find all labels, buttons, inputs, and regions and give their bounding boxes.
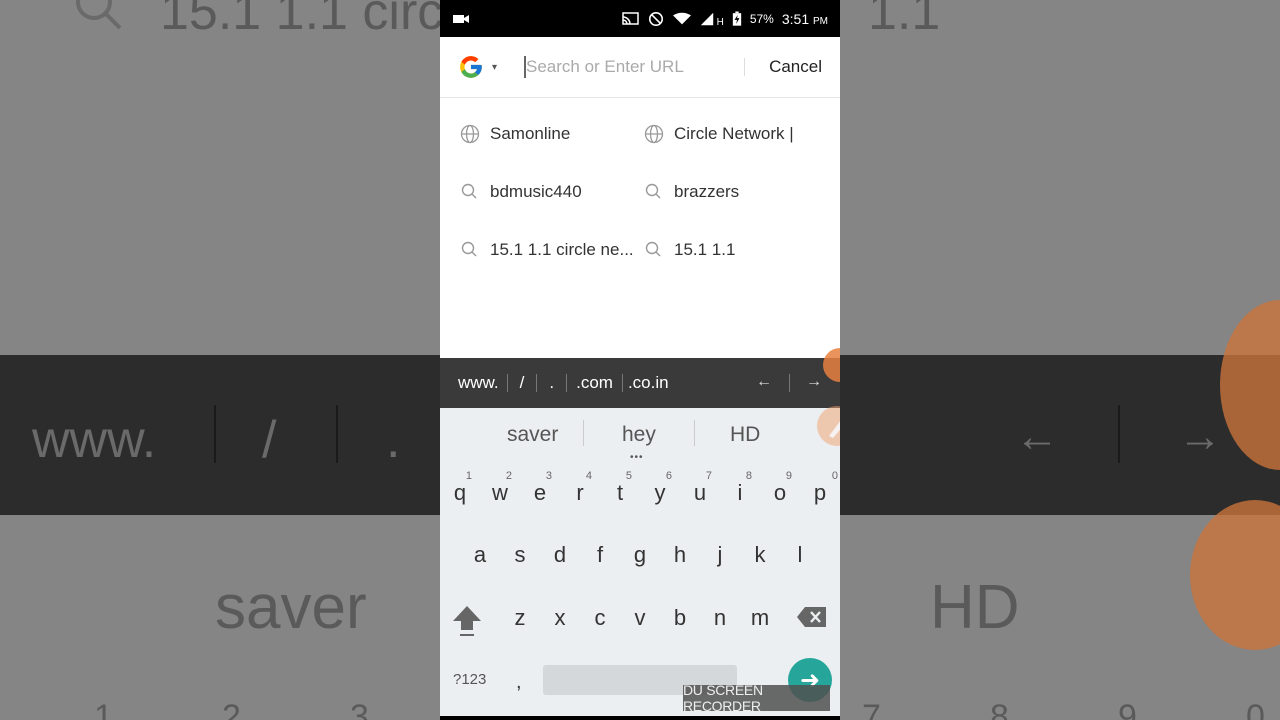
clock: 3:51 PM [781,10,828,27]
search-icon [645,183,661,199]
key-y[interactable]: 6y [640,470,680,506]
globe-icon [644,124,664,144]
shortcut-dot[interactable]: . [537,373,566,393]
key-f[interactable]: f [580,542,620,568]
cancel-button[interactable]: Cancel [769,57,822,77]
wifi-icon [672,12,691,24]
key-r[interactable]: 4r [560,470,600,506]
keyboard: saver hey HD ••• 1q 2w 3e 4r 5t 6y 7u 8i… [440,408,840,716]
phone-screen: H 57% 3:51 PM ▾ Cancel Samonline Circle … [440,0,840,720]
search-icon [461,183,477,199]
suggestion-label: Samonline [490,124,571,143]
chevron-down-icon[interactable]: ▾ [492,62,502,73]
floating-brush-button[interactable] [817,406,840,446]
word-suggestion[interactable]: HD [730,423,760,447]
suggestion-item[interactable]: brazzers [644,182,824,202]
cast-icon [621,11,639,25]
suggestion-item[interactable]: bdmusic440 [460,182,640,202]
key-e[interactable]: 3e [520,470,560,506]
key-t[interactable]: 5t [600,470,640,506]
key-s[interactable]: s [500,542,540,568]
suggestion-label: 15.1 1.1 circle ne... [490,240,634,259]
key-l[interactable]: l [780,542,820,568]
search-input[interactable] [524,56,724,78]
key-n[interactable]: n [700,605,740,631]
word-suggestion-strip: saver hey HD ••• [440,408,840,463]
search-icon [461,241,477,257]
key-q[interactable]: 1q [440,470,480,506]
suggestion-label: bdmusic440 [490,182,582,201]
screen-recorder-watermark: DU SCREEN RECORDER [683,682,830,714]
do-not-disturb-icon [648,11,663,26]
bg-bar-dot: . [386,411,401,469]
key-x[interactable]: x [540,605,580,631]
cursor-right-arrow-icon[interactable]: → [806,373,822,391]
bg-bar-www: www. [32,411,157,469]
suggestion-label: Circle Network | [674,124,794,143]
key-v[interactable]: v [620,605,660,631]
key-o[interactable]: 9o [760,470,800,506]
key-a[interactable]: a [460,542,500,568]
key-i[interactable]: 8i [720,470,760,506]
key-z[interactable]: z [500,605,540,631]
suggestion-item[interactable]: 15.1 1.1 [644,240,824,260]
suggestion-item[interactable]: 15.1 1.1 circle ne... [460,240,640,260]
bg-saver: saver [215,573,367,642]
search-icon [645,241,661,257]
signal-icon [700,12,713,25]
more-suggestions-icon[interactable]: ••• [630,452,644,463]
bg-search-icon [76,0,122,30]
comma-key[interactable]: , [516,671,522,694]
battery-charging-icon [732,11,741,26]
shortcut-www[interactable]: www. [450,373,507,393]
bg-top-text-right: 1.1 [868,0,941,41]
bg-left-arrow: ← [1015,412,1059,461]
key-p[interactable]: 0p [800,470,840,506]
word-suggestion[interactable]: hey [622,423,656,447]
cursor-left-arrow-icon[interactable]: ← [756,373,772,391]
bg-bar-slash: / [262,411,277,469]
brush-icon [829,421,840,438]
url-bar: ▾ Cancel [440,37,840,98]
key-m[interactable]: m [740,605,780,631]
battery-percent: 57% [749,11,774,26]
bg-hd: HD [930,573,1020,642]
key-g[interactable]: g [620,542,660,568]
key-k[interactable]: k [740,542,780,568]
symbols-key[interactable]: ?123 [453,671,486,688]
shift-icon[interactable] [452,604,482,638]
key-w[interactable]: 2w [480,470,520,506]
google-logo-icon[interactable] [458,54,484,80]
bg-right-arrow: → [1178,412,1222,461]
key-b[interactable]: b [660,605,700,631]
url-shortcut-bar: www. / . .com .co.in ← → [440,358,840,408]
key-h[interactable]: h [660,542,700,568]
shortcut-slash[interactable]: / [508,373,537,393]
shortcut-com[interactable]: .com [567,373,622,393]
network-type-label: H [716,17,724,28]
word-suggestion[interactable]: saver [507,423,558,447]
status-bar: H 57% 3:51 PM [440,0,840,37]
key-u[interactable]: 7u [680,470,720,506]
globe-icon [460,124,480,144]
key-d[interactable]: d [540,542,580,568]
suggestion-label: 15.1 1.1 [674,240,736,259]
video-camera-icon [453,14,469,23]
shortcut-coin[interactable]: .co.in [623,373,674,393]
backspace-icon[interactable] [796,606,828,628]
suggestion-item[interactable]: Circle Network | [644,124,824,144]
suggestion-label: brazzers [674,182,740,201]
suggestion-list: Samonline Circle Network | bdmusic440 br… [440,98,840,358]
suggestion-item[interactable]: Samonline [460,124,640,144]
key-j[interactable]: j [700,542,740,568]
key-c[interactable]: c [580,605,620,631]
